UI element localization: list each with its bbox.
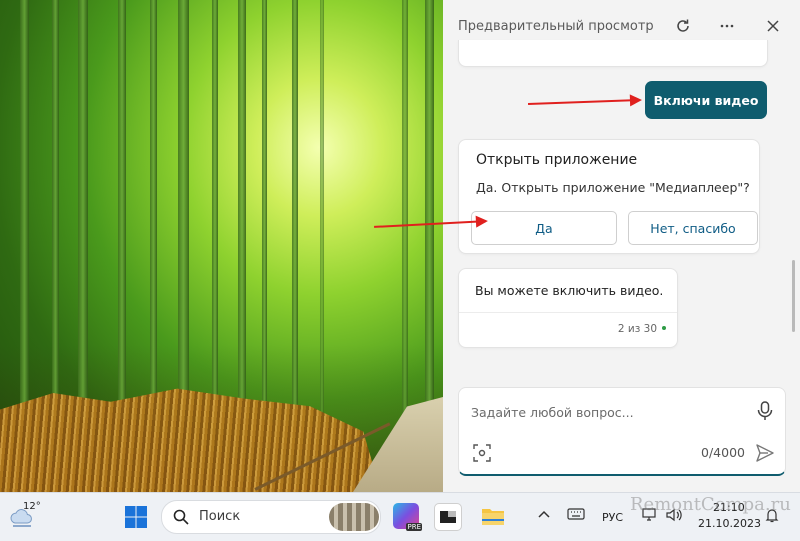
reply-counter: 2 из 30	[617, 323, 657, 335]
language-indicator[interactable]: РУС	[602, 511, 623, 524]
search-label: Поиск	[199, 509, 241, 524]
start-button[interactable]	[124, 505, 148, 529]
close-icon[interactable]	[759, 12, 787, 40]
yes-button[interactable]: Да	[471, 211, 617, 245]
site-watermark: RemontCompa.ru	[630, 494, 791, 515]
character-counter: 0/4000	[701, 445, 745, 460]
assistant-reply-card: Вы можете включить видео. 2 из 30	[458, 268, 678, 348]
file-explorer-icon[interactable]	[480, 503, 506, 529]
no-thanks-button[interactable]: Нет, спасибо	[628, 211, 758, 245]
reply-text: Вы можете включить видео.	[475, 283, 664, 298]
panel-title: Предварительный просмотр	[458, 19, 654, 34]
search-highlight-image	[329, 503, 379, 531]
taskbar-search[interactable]: Поиск	[161, 500, 381, 534]
desktop-wallpaper	[0, 0, 443, 492]
copilot-preview-icon[interactable]: PRE	[393, 503, 422, 531]
scrollbar-thumb[interactable]	[792, 260, 795, 332]
keyboard-icon[interactable]	[567, 508, 585, 524]
composer: 0/4000	[458, 387, 786, 476]
clock-date[interactable]: 21.10.2023	[698, 517, 761, 530]
previous-message-card	[458, 40, 768, 67]
open-app-title: Открыть приложение	[476, 152, 638, 168]
reply-divider	[459, 312, 677, 313]
screenshot-capture-icon[interactable]	[473, 444, 491, 462]
user-message-bubble: Включи видео	[645, 81, 767, 119]
search-icon	[173, 509, 189, 525]
question-input[interactable]	[471, 402, 741, 422]
open-app-card: Открыть приложение Да. Открыть приложени…	[458, 139, 760, 254]
app-window-icon[interactable]	[434, 503, 462, 531]
preview-panel: Предварительный просмотр Включи видео От…	[443, 0, 800, 492]
status-dot-icon	[662, 326, 666, 330]
weather-temperature: 12°	[23, 501, 41, 512]
send-icon[interactable]	[755, 443, 775, 463]
refresh-icon[interactable]	[669, 12, 697, 40]
microphone-icon[interactable]	[755, 400, 775, 422]
more-icon[interactable]	[713, 12, 741, 40]
chevron-up-icon[interactable]	[538, 508, 550, 523]
open-app-text: Да. Открыть приложение "Медиаплеер"?	[476, 180, 750, 195]
